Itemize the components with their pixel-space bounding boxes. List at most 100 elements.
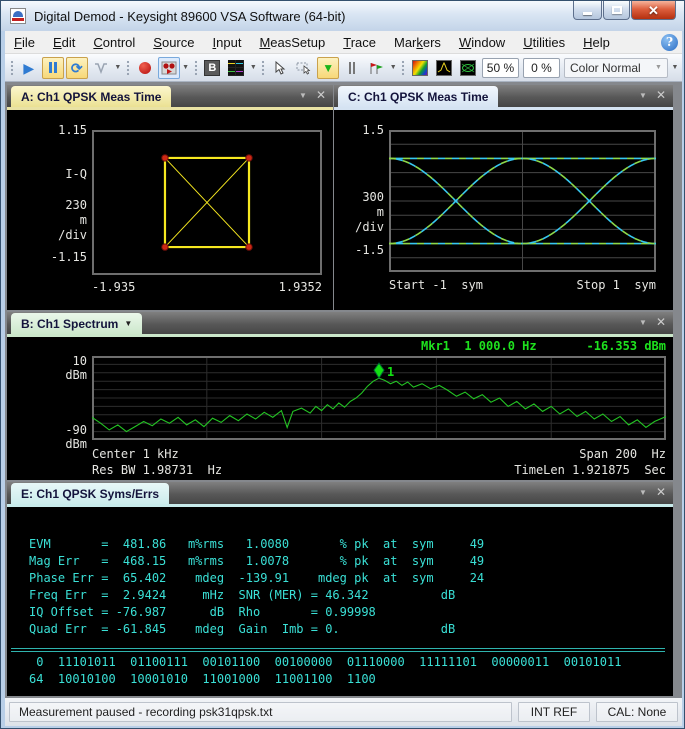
play-button[interactable]: ▶	[18, 57, 40, 79]
acquisition-dropdown[interactable]: ▼	[113, 57, 123, 79]
trace-b-button[interactable]: B	[201, 57, 223, 79]
close-icon: ✕	[648, 4, 659, 17]
constellation-plot[interactable]	[92, 130, 322, 275]
panel-e-table-area[interactable]: EVM = 481.86 m%rms 1.0080 % pk at sym 49…	[7, 507, 673, 696]
menu-input[interactable]: Input	[204, 32, 251, 53]
panel-close-icon[interactable]: ✕	[656, 486, 666, 498]
panel-menu-icon[interactable]: ▼	[299, 91, 307, 100]
status-message: Measurement paused - recording psk31qpsk…	[9, 702, 512, 722]
minimize-button[interactable]	[573, 1, 602, 20]
menu-source[interactable]: Source	[144, 32, 203, 53]
marker-select-icon	[296, 61, 312, 75]
record-button[interactable]	[134, 57, 156, 79]
tab-c[interactable]: C: Ch1 QPSK Meas Time	[338, 86, 498, 107]
offset-percent-field[interactable]: 0 %	[523, 58, 560, 78]
panel-a-plot-area[interactable]: 1.15 I-Q 230 m /div -1.15 -1.935 1.9352	[7, 110, 333, 310]
center-frequency-label: Center 1 kHz	[92, 447, 179, 461]
panel-b-header[interactable]: B: Ch1 Spectrum ▼ ▼ ✕	[7, 312, 673, 334]
panel-menu-icon[interactable]: ▼	[639, 318, 647, 327]
spectrogram-view-button[interactable]	[409, 57, 431, 79]
markers-dropdown[interactable]: ▼	[388, 57, 398, 79]
panel-menu-icon[interactable]: ▼	[639, 91, 647, 100]
panel-menu-icon[interactable]: ▼	[639, 488, 647, 497]
recording-dropdown[interactable]: ▼	[181, 57, 191, 79]
symbol-bits-row: 64 10010100 10001010 11001000 11001100 1…	[29, 672, 621, 689]
trace-b-icon: B	[204, 60, 220, 76]
help-icon[interactable]: ?	[661, 34, 678, 51]
panel-b-plot-area[interactable]: Mkr1 1 000.0 Hz -16.353 dBm 10 dBm -90 d…	[7, 337, 673, 480]
panel-e: E: Ch1 QPSK Syms/Errs ▼ ✕ EVM = 481.86 m…	[7, 482, 673, 696]
pause-button[interactable]	[42, 57, 64, 79]
menu-edit[interactable]: Edit	[44, 32, 84, 53]
trace-layout-dropdown[interactable]: ▼	[248, 57, 258, 79]
single-acquisition-button[interactable]	[90, 57, 112, 79]
panel-close-icon[interactable]: ✕	[656, 316, 666, 328]
toolbar-overflow-dropdown[interactable]: ▼	[670, 57, 680, 79]
panel-c-plot-area[interactable]: 1.5 300 m /div -1.5 Start -1 sym Stop 1 …	[334, 110, 673, 310]
maximize-icon	[612, 6, 622, 14]
cal-text: CAL: None	[608, 705, 667, 719]
toolbar-grip[interactable]	[401, 60, 405, 76]
menu-control[interactable]: Control	[84, 32, 144, 53]
toolbar-grip[interactable]	[126, 60, 130, 76]
marker-select-button[interactable]	[293, 57, 315, 79]
window-title: Digital Demod - Keysight 89600 VSA Softw…	[34, 9, 345, 24]
play-icon: ▶	[23, 61, 34, 75]
trace-select-dropdown-icon[interactable]: ▼	[124, 319, 132, 328]
trace-layout-button[interactable]	[225, 57, 247, 79]
close-button[interactable]: ✕	[631, 1, 676, 20]
maximize-button[interactable]	[603, 1, 630, 20]
span-label: Span 200 Hz	[579, 447, 666, 461]
spectrum-plot[interactable]: 1	[92, 356, 666, 440]
app-window: Digital Demod - Keysight 89600 VSA Softw…	[0, 0, 685, 729]
tab-e[interactable]: E: Ch1 QPSK Syms/Errs	[11, 483, 169, 504]
color-mode-value: Color Normal	[570, 61, 641, 75]
panel-close-icon[interactable]: ✕	[656, 89, 666, 101]
menu-window[interactable]: Window	[450, 32, 514, 53]
pause-icon	[49, 62, 57, 73]
peak-marker-button[interactable]: ▼	[317, 57, 339, 79]
status-bar: Measurement paused - recording psk31qpsk…	[5, 698, 682, 726]
marker-flags-button[interactable]	[365, 57, 387, 79]
menu-meassetup[interactable]: MeasSetup	[250, 32, 334, 53]
menu-bar: FileEditControlSourceInputMeasSetupTrace…	[5, 31, 682, 54]
menu-trace[interactable]: Trace	[334, 32, 385, 53]
menu-utilities[interactable]: Utilities	[514, 32, 574, 53]
panel-c-header[interactable]: C: Ch1 QPSK Meas Time ▼ ✕	[334, 85, 673, 107]
eye-view-button[interactable]	[457, 57, 479, 79]
recording-player-button[interactable]	[158, 57, 180, 79]
toolbar-grip[interactable]	[261, 60, 265, 76]
axis-y-name: I-Q	[65, 167, 87, 181]
zoom-percent-field[interactable]: 50 %	[482, 58, 519, 78]
res-bw-label: Res BW 1.98731 Hz	[92, 463, 222, 477]
spectrum-view-button[interactable]	[433, 57, 455, 79]
menu-help[interactable]: Help	[574, 32, 619, 53]
recording-player-icon	[161, 61, 177, 75]
toolbar: ▶ ⟳ ▼ ▼ B ▼ ▼	[5, 54, 682, 82]
axis-x-min: -1.935	[92, 280, 135, 294]
tab-a-label: A: Ch1 QPSK Meas Time	[21, 90, 161, 104]
panel-a-header[interactable]: A: Ch1 QPSK Meas Time ▼ ✕	[7, 85, 333, 107]
spectrum-view-icon	[436, 60, 452, 76]
pointer-button[interactable]	[269, 57, 291, 79]
tab-a[interactable]: A: Ch1 QPSK Meas Time	[11, 86, 171, 107]
tab-b[interactable]: B: Ch1 Spectrum ▼	[11, 313, 142, 334]
axis-y-scale-unit: m	[334, 205, 384, 219]
eye-diagram-plot[interactable]	[389, 130, 656, 272]
tab-c-label: C: Ch1 QPSK Meas Time	[348, 90, 488, 104]
workspace: A: Ch1 QPSK Meas Time ▼ ✕ 1.15 I-Q 230 m…	[5, 82, 682, 698]
panel-close-icon[interactable]: ✕	[316, 89, 326, 101]
color-mode-select[interactable]: Color Normal▼	[564, 58, 668, 78]
eye-view-icon	[460, 60, 476, 76]
axis-y-max: 1.15	[58, 123, 87, 137]
menu-file[interactable]: File	[5, 32, 44, 53]
toolbar-grip[interactable]	[194, 60, 198, 76]
menu-markers[interactable]: Markers	[385, 32, 450, 53]
axis-x-start: Start -1 sym	[389, 278, 483, 292]
peak-marker-icon: ▼	[322, 62, 334, 74]
toolbar-grip[interactable]	[10, 60, 14, 76]
axis-y-scale-label: /div	[334, 220, 384, 234]
couplings-button[interactable]	[341, 57, 363, 79]
panel-e-header[interactable]: E: Ch1 QPSK Syms/Errs ▼ ✕	[7, 482, 673, 504]
repeat-button[interactable]: ⟳	[66, 57, 88, 79]
